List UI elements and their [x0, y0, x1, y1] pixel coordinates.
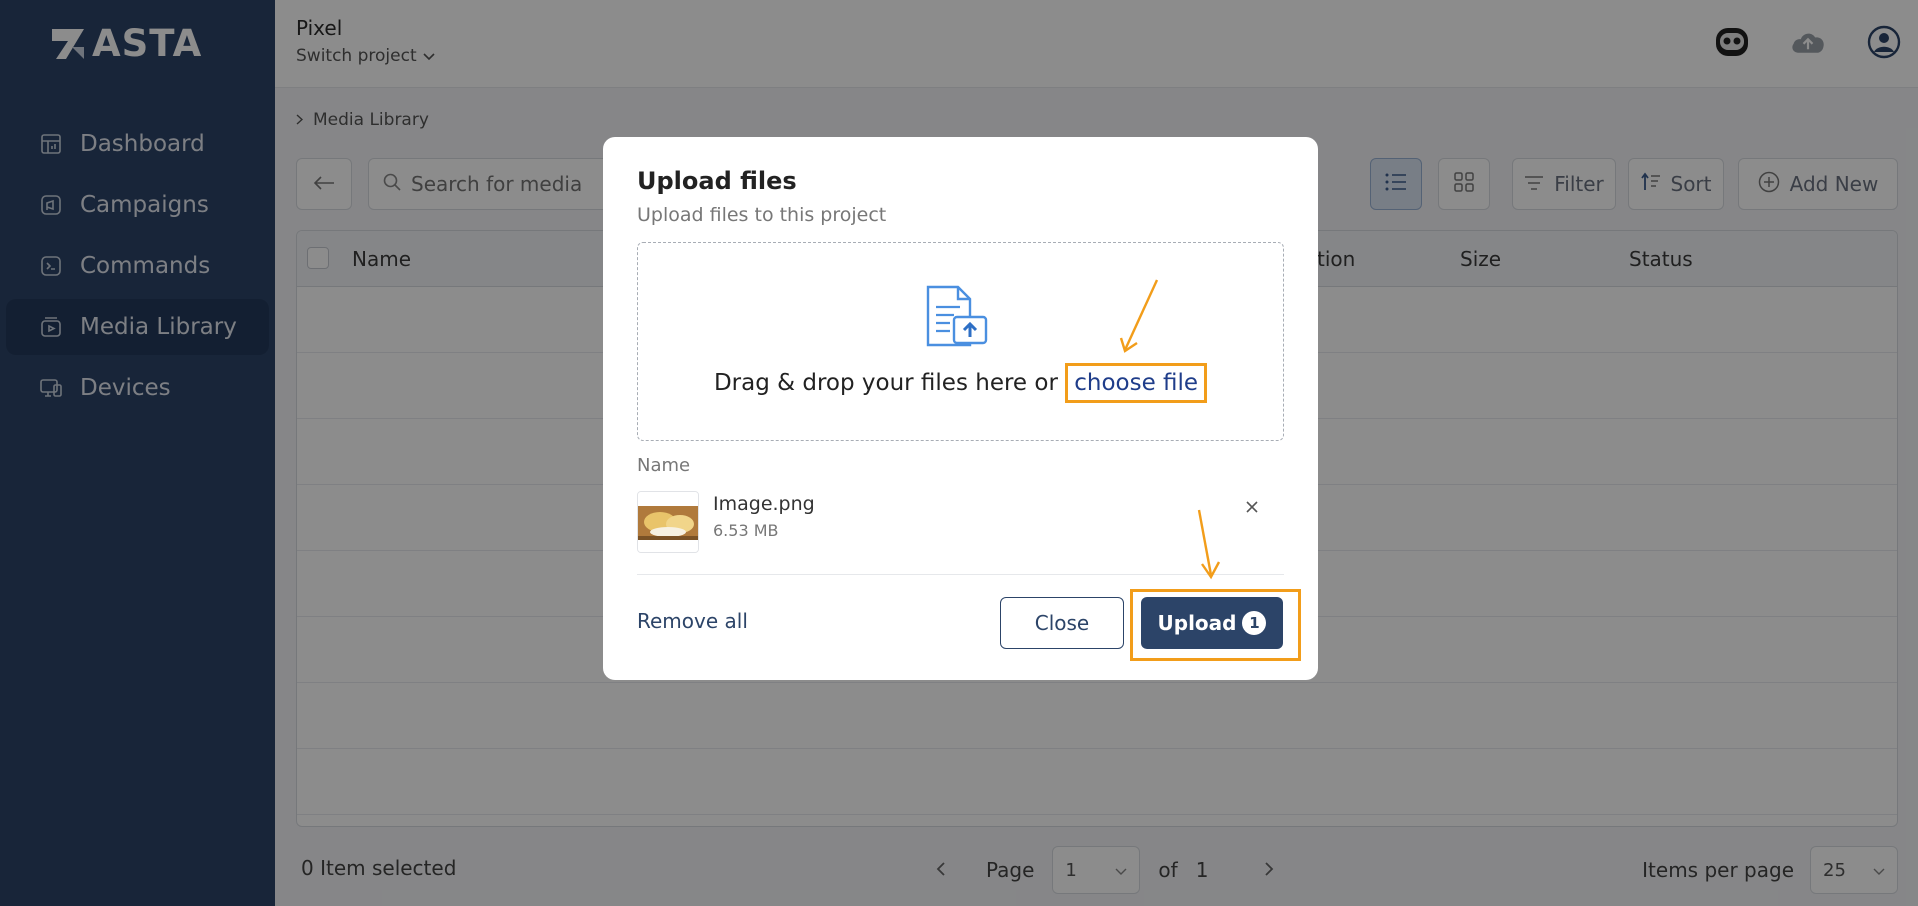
files-column-label: Name — [637, 455, 691, 476]
dropzone-text: Drag & drop your files here or choose fi… — [638, 363, 1283, 403]
upload-button-label: Upload — [1157, 611, 1237, 635]
file-upload-icon — [924, 283, 990, 355]
dropzone-instructions: Drag & drop your files here or — [713, 370, 1058, 396]
close-button-label: Close — [1034, 611, 1090, 635]
modal-title: Upload files — [637, 167, 797, 195]
file-dropzone[interactable]: Drag & drop your files here or choose fi… — [637, 242, 1284, 441]
upload-count-badge: 1 — [1242, 611, 1267, 635]
choose-file-link[interactable]: choose file — [1065, 363, 1208, 403]
close-button[interactable]: Close — [1000, 597, 1124, 649]
file-list-item: Image.png 6.53 MB — [637, 491, 1284, 575]
remove-all-button[interactable]: Remove all — [637, 609, 748, 633]
upload-button[interactable]: Upload 1 — [1141, 597, 1283, 649]
remove-file-icon[interactable] — [1242, 497, 1262, 517]
upload-files-modal: Upload files Upload files to this projec… — [603, 137, 1318, 680]
file-thumbnail — [637, 491, 699, 553]
file-name: Image.png — [713, 493, 815, 515]
modal-subtitle: Upload files to this project — [637, 204, 887, 226]
file-size: 6.53 MB — [713, 521, 779, 540]
